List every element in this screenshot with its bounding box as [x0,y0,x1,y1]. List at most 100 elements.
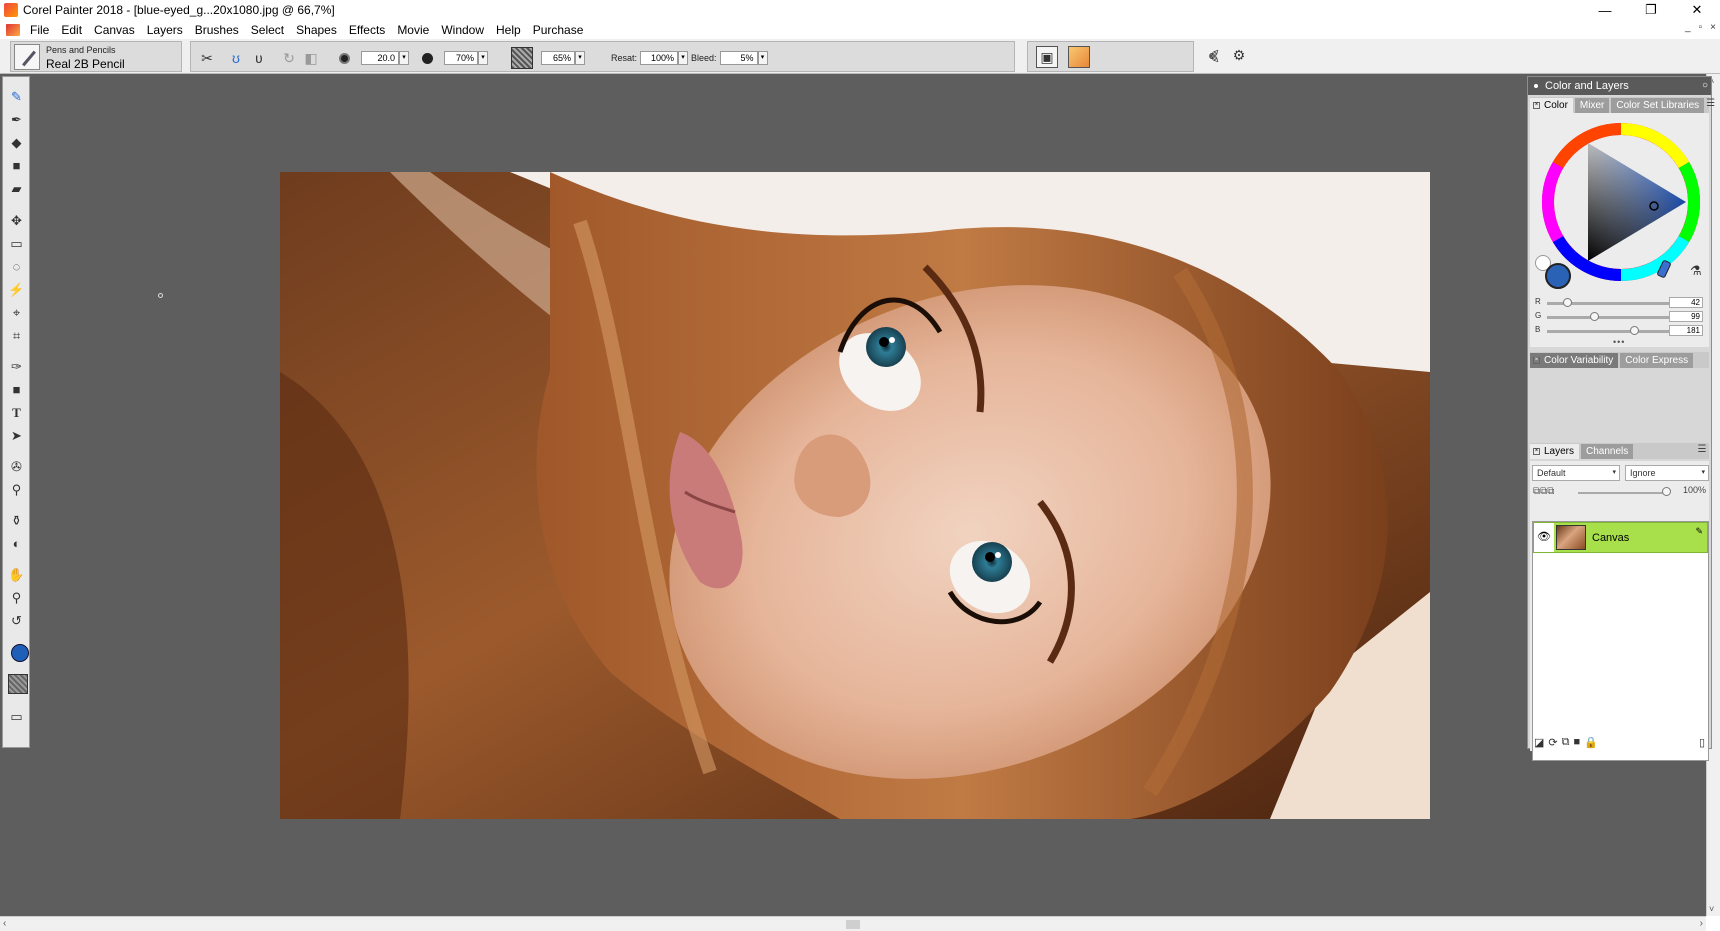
screen-mode-icon[interactable]: ▭ [7,707,26,726]
stroke-attributes-icon[interactable]: ʋ [251,50,267,66]
red-slider[interactable]: R 42 [1535,297,1707,309]
tab-channels[interactable]: Channels [1581,444,1634,459]
tab-layers[interactable]: × Layers [1530,444,1580,459]
close-button[interactable]: ✕ [1674,0,1720,20]
size-dropdown[interactable]: ▾ [399,51,409,65]
layer-commands-icon[interactable]: ◪ [1534,736,1544,749]
tab-close-icon[interactable]: × [1533,102,1540,109]
dodge-icon[interactable]: ◐ [7,534,26,553]
grain-dropdown[interactable]: ▾ [575,51,585,65]
layer-lock-icons[interactable]: ⧉⧉⧉ [1533,486,1554,497]
layer-opacity-value[interactable]: 100% [1683,485,1706,495]
red-knob[interactable] [1563,298,1573,307]
canvas-image[interactable] [280,172,1430,819]
layer-opacity-track[interactable] [1578,492,1666,494]
panel-menu-icon[interactable]: ☰ [1706,98,1715,113]
magic-wand-icon[interactable]: ⚡ [7,280,26,299]
dropper-icon[interactable]: ✒ [7,110,26,129]
stroke-stabilizer-icon[interactable]: ↻ [281,50,297,66]
tab-mixer[interactable]: Mixer [1574,98,1610,113]
opacity-dropdown[interactable]: ▾ [478,51,488,65]
menu-help[interactable]: Help [490,23,527,37]
horizontal-scrollbar[interactable]: ‹ › [0,916,1706,931]
tab-color-express[interactable]: Color Express [1620,353,1694,368]
menu-effects[interactable]: Effects [343,23,391,37]
menu-window[interactable]: Window [435,23,490,37]
blue-slider[interactable]: B 181 [1535,325,1707,337]
blue-knob[interactable] [1629,326,1639,335]
transform-icon[interactable]: ✥ [7,211,26,230]
layer-row-canvas[interactable]: 👁 Canvas ✎ [1533,522,1708,553]
red-value[interactable]: 42 [1669,297,1703,308]
green-knob[interactable] [1590,312,1600,321]
layer-opacity-knob[interactable] [1662,487,1671,496]
brush-selector[interactable]: Pens and Pencils Real 2B Pencil [10,41,182,72]
new-layer-icon[interactable]: ⧉ [1562,736,1570,749]
menu-movie[interactable]: Movie [391,23,435,37]
tab-close-icon[interactable]: × [1533,357,1540,364]
delete-layer-icon[interactable]: ▯ [1699,736,1705,749]
rotate-page-icon[interactable]: ↺ [7,611,26,630]
color-picker-icon[interactable]: ⚗ [1690,263,1706,281]
tab-color[interactable]: × Color [1530,98,1573,113]
stroke-icon[interactable]: ʊ [228,50,244,66]
brush-tool-settings-icon[interactable]: ✐ [1206,47,1222,63]
cloner-icon[interactable]: ✇ [7,457,26,476]
layer-mask-icon[interactable]: ■ [1573,736,1580,748]
panel-header[interactable]: Color and Layers ○ [1528,77,1711,95]
panel-close-icon[interactable]: ○ [1702,77,1708,95]
minimize-button[interactable]: — [1582,0,1628,20]
rubber-stamp-icon[interactable]: ⚲ [7,480,26,499]
eraser-icon[interactable]: ■ [7,156,26,175]
crop-icon[interactable]: ⌗ [7,326,26,345]
opacity-field[interactable]: 70% [444,51,478,65]
maximize-button[interactable]: ❐ [1628,0,1674,20]
menu-file[interactable]: File [24,23,55,37]
pen-icon[interactable]: ✑ [7,357,26,376]
composite-method-select[interactable]: Default ▾ [1532,465,1620,481]
menu-brushes[interactable]: Brushes [189,23,245,37]
brush-icon[interactable]: ✎ [7,87,26,106]
rect-select-icon[interactable]: ▭ [7,234,26,253]
lock-icon[interactable]: 🔒 [1584,736,1598,749]
preserve-select[interactable]: Ignore ▾ [1625,465,1709,481]
reset-tool-icon[interactable]: ✂ [199,50,215,66]
resat-dropdown[interactable]: ▾ [678,51,689,65]
dynamic-plugins-icon[interactable]: ⟳ [1548,736,1557,749]
preferences-gear-icon[interactable]: ⚙ [1231,47,1247,63]
green-slider[interactable]: G 99 [1535,311,1707,323]
shape-icon[interactable]: ■ [7,380,26,399]
horizontal-scroll-thumb[interactable] [846,920,860,929]
document-icon[interactable] [6,23,20,36]
scroll-right-icon[interactable]: › [1700,918,1703,929]
color-wheel[interactable] [1540,121,1702,283]
lasso-icon[interactable]: ◌ [7,257,26,276]
visibility-eye-icon[interactable]: 👁 [1534,523,1554,552]
shape-selection-icon[interactable]: ➤ [7,426,26,445]
main-color-circle[interactable] [1545,263,1571,289]
layers-menu-icon[interactable]: ☰ [1695,444,1709,459]
scroll-left-icon[interactable]: ‹ [3,918,6,929]
green-track[interactable] [1547,316,1669,319]
size-field[interactable]: 20.0 [361,51,399,65]
text-icon[interactable]: T [7,403,26,422]
layer-adjuster-icon[interactable]: ⌖ [7,303,26,322]
menu-purchase[interactable]: Purchase [527,23,590,37]
magnifier-icon[interactable]: ⚲ [7,588,26,607]
color-panel-icon[interactable] [1068,46,1090,68]
paper-selector-icon[interactable] [8,674,28,694]
menu-edit[interactable]: Edit [55,23,88,37]
green-value[interactable]: 99 [1669,311,1703,322]
doc-minimize-button[interactable]: _ [1685,22,1691,33]
tab-close-icon[interactable]: × [1533,448,1540,455]
ruler-icon[interactable]: ▰ [7,179,26,198]
blender-icon[interactable]: ⚱ [7,511,26,530]
bleed-field[interactable]: 5% [719,51,758,65]
menu-canvas[interactable]: Canvas [88,23,141,37]
doc-restore-button[interactable]: ▫ [1699,22,1703,33]
menu-layers[interactable]: Layers [141,23,189,37]
blue-track[interactable] [1547,330,1669,333]
resat-field[interactable]: 100% [640,51,679,65]
doc-close-button[interactable]: × [1710,22,1716,33]
grain-field[interactable]: 65% [541,51,575,65]
